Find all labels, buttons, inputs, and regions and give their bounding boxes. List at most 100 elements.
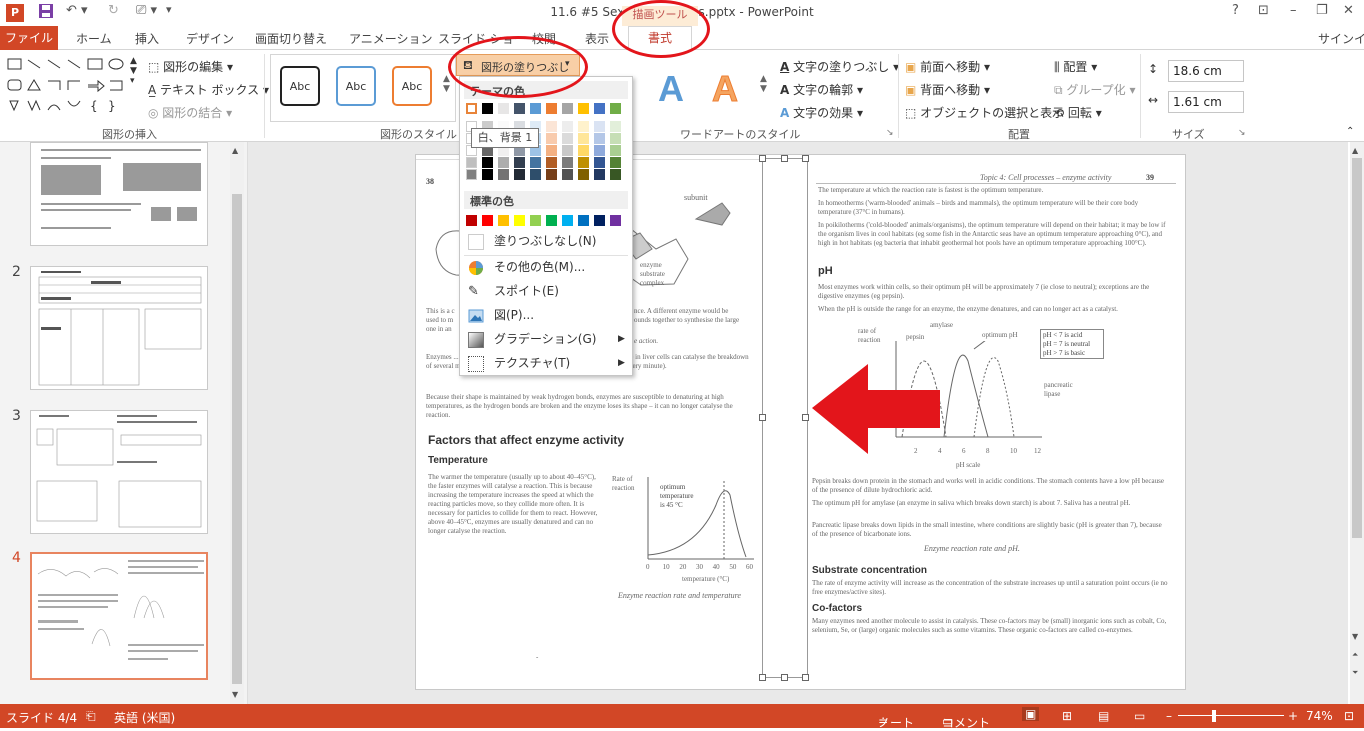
- edit-shape-button[interactable]: ⬚ 図形の編集 ▾: [148, 58, 233, 75]
- resize-handle[interactable]: [802, 414, 809, 421]
- theme-color-shade-swatch[interactable]: [562, 121, 573, 132]
- theme-color-swatch[interactable]: [594, 103, 605, 114]
- shape-styles-scroll[interactable]: ▲ ▼: [443, 74, 450, 94]
- theme-color-shade-swatch[interactable]: [514, 169, 525, 180]
- tab-animations[interactable]: アニメーション: [349, 30, 433, 47]
- tab-home[interactable]: ホーム: [76, 30, 112, 47]
- eyedropper-item[interactable]: ✎ スポイト(E): [466, 281, 628, 303]
- tab-insert[interactable]: 挿入: [135, 30, 159, 47]
- slide-scrollbar[interactable]: ▲ ▼ ⏶ ⏷: [1350, 142, 1364, 704]
- theme-color-swatch[interactable]: [530, 103, 541, 114]
- resize-handle[interactable]: [802, 155, 809, 162]
- scrollbar-thumb[interactable]: [1352, 158, 1362, 538]
- scrollbar-thumb[interactable]: [232, 194, 242, 684]
- resize-handle[interactable]: [802, 674, 809, 681]
- collapse-ribbon-icon[interactable]: ⌃: [1346, 126, 1354, 137]
- shape-style-blue[interactable]: Abc: [336, 66, 376, 106]
- theme-color-shade-swatch[interactable]: [466, 157, 477, 168]
- standard-color-swatch[interactable]: [610, 215, 621, 226]
- theme-color-swatch[interactable]: [482, 103, 493, 114]
- wordart-styles-scroll[interactable]: ▲ ▼: [760, 74, 767, 94]
- theme-color-shade-swatch[interactable]: [482, 169, 493, 180]
- standard-color-swatch[interactable]: [498, 215, 509, 226]
- theme-color-shade-swatch[interactable]: [562, 133, 573, 144]
- shape-height-input[interactable]: 18.6 cm: [1168, 60, 1244, 82]
- resize-handle[interactable]: [759, 155, 766, 162]
- theme-color-swatch[interactable]: [610, 103, 621, 114]
- resize-handle[interactable]: [781, 155, 788, 162]
- theme-color-shade-swatch[interactable]: [562, 169, 573, 180]
- slide-indicator[interactable]: スライド 4/4: [6, 709, 77, 726]
- text-box-button[interactable]: A̲ テキスト ボックス ▾: [148, 81, 269, 98]
- theme-color-shade-swatch[interactable]: [578, 169, 589, 180]
- gradient-item[interactable]: グラデーション(G) ▶: [466, 329, 628, 351]
- minimize-button[interactable]: –: [1290, 3, 1297, 18]
- tab-design[interactable]: デザイン: [186, 30, 234, 47]
- zoom-slider[interactable]: [1178, 715, 1284, 716]
- theme-color-swatch[interactable]: [498, 103, 509, 114]
- theme-color-shade-swatch[interactable]: [578, 157, 589, 168]
- theme-color-shade-swatch[interactable]: [546, 157, 557, 168]
- normal-view-icon[interactable]: ▣: [1022, 707, 1040, 721]
- theme-color-shade-swatch[interactable]: [530, 169, 541, 180]
- theme-color-shade-swatch[interactable]: [530, 157, 541, 168]
- wordart-style-orange[interactable]: A: [712, 68, 739, 110]
- selection-pane-button[interactable]: ⬚ オブジェクトの選択と表示: [905, 104, 1064, 121]
- next-slide-icon[interactable]: ⏷: [1352, 668, 1358, 678]
- slide-thumbnail-2[interactable]: [30, 266, 208, 390]
- help-button[interactable]: ?: [1232, 3, 1239, 18]
- slide-thumbnail-1[interactable]: [30, 142, 208, 246]
- theme-color-shade-swatch[interactable]: [594, 169, 605, 180]
- theme-color-shade-swatch[interactable]: [546, 145, 557, 156]
- scroll-down-icon[interactable]: ▼: [1352, 632, 1358, 641]
- ribbon-display-options-button[interactable]: ⊡: [1258, 3, 1269, 18]
- theme-color-shade-swatch[interactable]: [610, 121, 621, 132]
- shapes-gallery-scroll[interactable]: ▲ ▼ ▾: [130, 56, 137, 86]
- theme-color-shade-swatch[interactable]: [594, 157, 605, 168]
- tab-transitions[interactable]: 画面切り替え: [255, 30, 327, 47]
- theme-color-shade-swatch[interactable]: [578, 145, 589, 156]
- theme-color-shade-swatch[interactable]: [610, 157, 621, 168]
- standard-color-swatch[interactable]: [482, 215, 493, 226]
- theme-color-swatch[interactable]: [466, 103, 477, 114]
- wordart-style-blue[interactable]: A: [658, 68, 684, 110]
- scroll-up-icon[interactable]: ▲: [1352, 146, 1358, 155]
- align-button[interactable]: ⫼ 配置 ▾: [1054, 58, 1097, 75]
- theme-color-shade-swatch[interactable]: [610, 145, 621, 156]
- resize-handle[interactable]: [759, 414, 766, 421]
- maximize-button[interactable]: ❐: [1316, 3, 1328, 18]
- theme-color-shade-swatch[interactable]: [546, 133, 557, 144]
- zoom-out-button[interactable]: –: [1166, 709, 1172, 723]
- text-fill-button[interactable]: A 文字の塗りつぶし ▾: [780, 58, 899, 75]
- zoom-in-button[interactable]: +: [1288, 709, 1298, 723]
- theme-color-swatch[interactable]: [514, 103, 525, 114]
- theme-color-shade-swatch[interactable]: [482, 157, 493, 168]
- scroll-up-icon[interactable]: ▲: [232, 146, 238, 155]
- theme-color-shade-swatch[interactable]: [578, 133, 589, 144]
- language-indicator[interactable]: 英語 (米国): [114, 709, 175, 726]
- signin-link[interactable]: サインイン: [1318, 30, 1364, 47]
- reading-view-icon[interactable]: ▤: [1098, 709, 1109, 723]
- no-fill-item[interactable]: 塗りつぶしなし(N): [466, 231, 628, 253]
- resize-handle[interactable]: [781, 674, 788, 681]
- theme-color-shade-swatch[interactable]: [610, 133, 621, 144]
- slide-thumbnail-3[interactable]: [30, 410, 208, 534]
- merge-shapes-button[interactable]: ◎ 図形の結合 ▾: [148, 104, 232, 121]
- scroll-down-icon[interactable]: ▼: [232, 690, 238, 699]
- group-button[interactable]: ⧉ グループ化 ▾: [1054, 81, 1136, 98]
- theme-color-shade-swatch[interactable]: [514, 157, 525, 168]
- standard-color-swatch[interactable]: [530, 215, 541, 226]
- previous-slide-icon[interactable]: ⏶: [1352, 650, 1358, 660]
- picture-item[interactable]: 図(P)...: [466, 305, 628, 327]
- theme-color-shade-swatch[interactable]: [498, 169, 509, 180]
- theme-color-shade-swatch[interactable]: [610, 169, 621, 180]
- standard-color-swatch[interactable]: [514, 215, 525, 226]
- theme-color-shade-swatch[interactable]: [578, 121, 589, 132]
- shape-style-orange[interactable]: Abc: [392, 66, 432, 106]
- standard-color-swatch[interactable]: [578, 215, 589, 226]
- theme-color-shade-swatch[interactable]: [594, 121, 605, 132]
- text-effects-button[interactable]: A 文字の効果 ▾: [780, 104, 863, 121]
- tab-file[interactable]: ファイル: [0, 26, 58, 50]
- slide-thumbnail-4-selected[interactable]: [30, 552, 208, 680]
- texture-item[interactable]: テクスチャ(T) ▶: [466, 353, 628, 375]
